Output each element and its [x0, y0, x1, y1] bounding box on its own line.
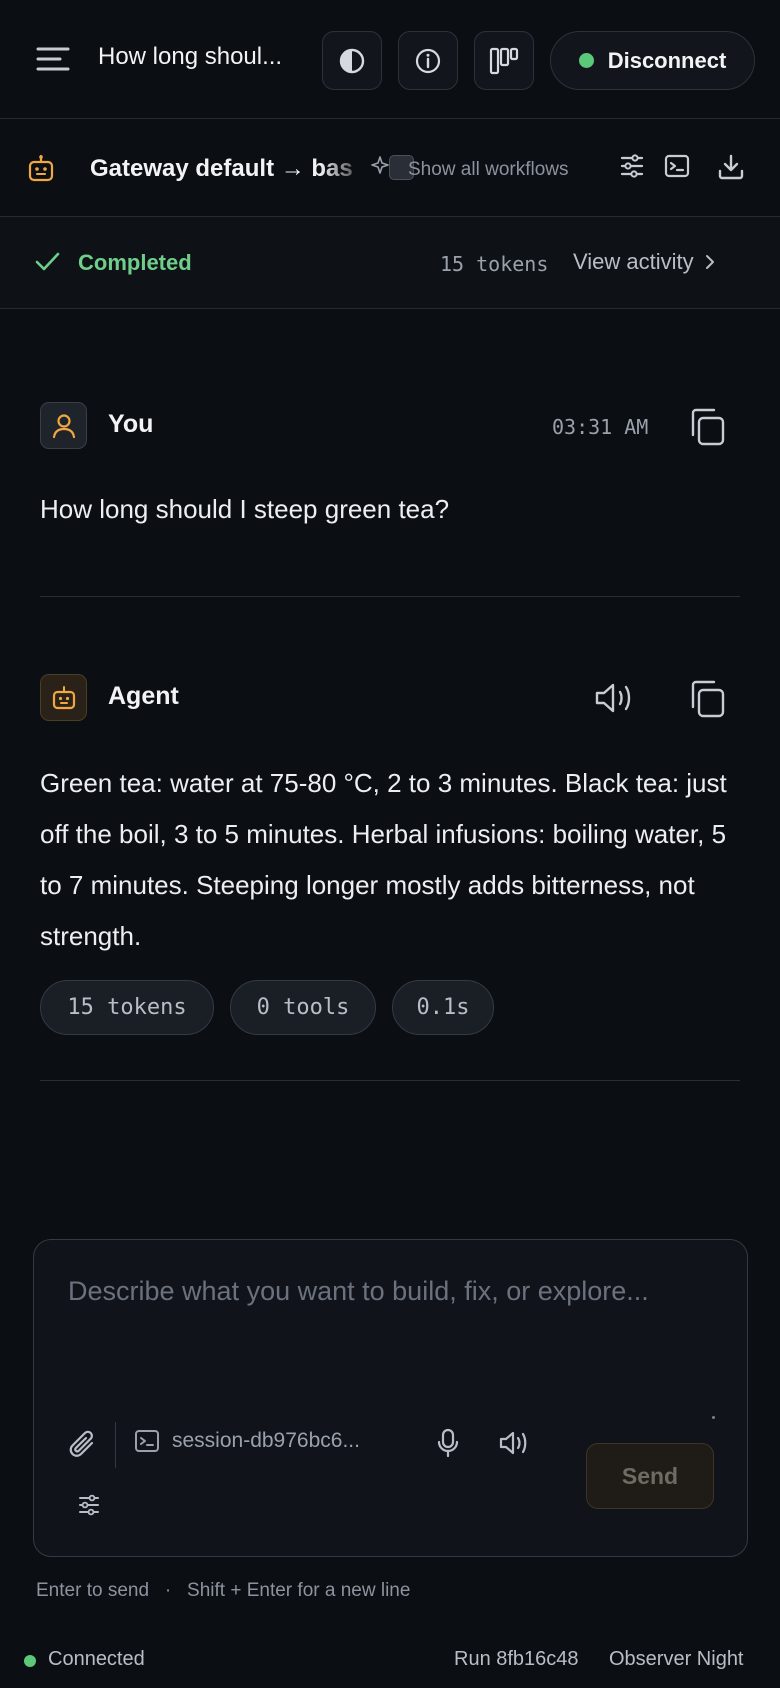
message-input[interactable] — [68, 1276, 718, 1376]
user-icon — [52, 413, 76, 439]
status-footer: Connected Run 8fb16c48 Observer Night — [0, 1630, 780, 1688]
contrast-icon — [338, 47, 366, 75]
copy-icon[interactable] — [688, 407, 726, 447]
token-count: 15 tokens — [440, 252, 549, 276]
user-message-text: How long should I steep green tea? — [40, 494, 450, 524]
composer: session-db976bc6... Send — [33, 1239, 748, 1557]
sliders-icon[interactable] — [620, 153, 644, 179]
keyboard-hint: Enter to send · Shift + Enter for a new … — [36, 1580, 410, 1602]
paperclip-icon[interactable] — [68, 1429, 98, 1461]
view-activity-label: View activity — [573, 249, 694, 274]
user-name: You — [108, 410, 154, 438]
sliders-icon[interactable] — [78, 1493, 100, 1517]
run-id: Run 8fb16c48 — [454, 1648, 579, 1670]
shift-enter-hint: Shift + Enter for a new line — [187, 1580, 411, 1601]
speaker-icon[interactable] — [499, 1429, 529, 1457]
send-button[interactable]: Send — [586, 1443, 714, 1509]
run-status-bar: Completed 15 tokens View activity — [0, 217, 780, 309]
session-label: session-db976bc6... — [172, 1429, 360, 1452]
download-icon[interactable] — [717, 153, 745, 181]
connection-status: Connected — [48, 1648, 145, 1670]
info-icon — [414, 47, 442, 75]
connection-status-dot — [24, 1655, 36, 1667]
agent-avatar — [40, 674, 87, 721]
copy-icon[interactable] — [688, 679, 726, 719]
info-button[interactable] — [398, 31, 458, 90]
terminal-icon — [134, 1429, 160, 1453]
message-divider — [40, 1080, 740, 1081]
kanban-icon — [489, 47, 519, 75]
board-button[interactable] — [474, 31, 534, 90]
agent-name: Agent — [108, 682, 179, 710]
toolbar-separator — [115, 1422, 116, 1468]
chevron-right-icon — [704, 253, 716, 271]
route-fade — [320, 149, 370, 189]
hint-separator: · — [164, 1580, 172, 1601]
session-selector[interactable]: session-db976bc6... — [134, 1429, 360, 1453]
tools-chip: 0 tools — [230, 980, 376, 1035]
theme-toggle-button[interactable] — [322, 31, 382, 90]
check-icon — [34, 249, 60, 275]
disconnect-label: Disconnect — [607, 47, 727, 73]
message-divider — [40, 596, 740, 597]
gateway-route[interactable]: Gateway default → bas — [90, 155, 358, 183]
duration-chip: 0.1s — [392, 980, 494, 1035]
tokens-chip: 15 tokens — [40, 980, 214, 1035]
bot-icon — [28, 154, 54, 184]
run-status-label: Completed — [78, 250, 192, 275]
user-avatar — [40, 402, 87, 449]
microphone-icon[interactable] — [436, 1428, 460, 1458]
disconnect-button[interactable]: Disconnect — [550, 31, 755, 90]
top-header: How long shoul... Disconnect — [0, 0, 780, 119]
enter-hint: Enter to send — [36, 1580, 150, 1601]
menu-icon[interactable] — [36, 44, 70, 74]
message-timestamp: 03:31 AM — [552, 415, 649, 439]
gateway-bar: Gateway default → bas Show all workflows — [0, 119, 780, 217]
agent-message-text: Green tea: water at 75-80 °C, 2 to 3 min… — [40, 768, 727, 951]
speaker-icon[interactable] — [594, 680, 634, 716]
show-all-workflows-label[interactable]: Show all workflows — [408, 159, 569, 181]
theme-name: Observer Night — [609, 1648, 744, 1670]
resize-indicator — [712, 1416, 715, 1419]
chat-title: How long shoul... — [98, 43, 283, 70]
bot-icon — [52, 685, 76, 711]
view-activity-link[interactable]: View activity — [573, 249, 716, 275]
terminal-icon[interactable] — [664, 153, 690, 179]
connection-status-dot — [578, 53, 594, 68]
